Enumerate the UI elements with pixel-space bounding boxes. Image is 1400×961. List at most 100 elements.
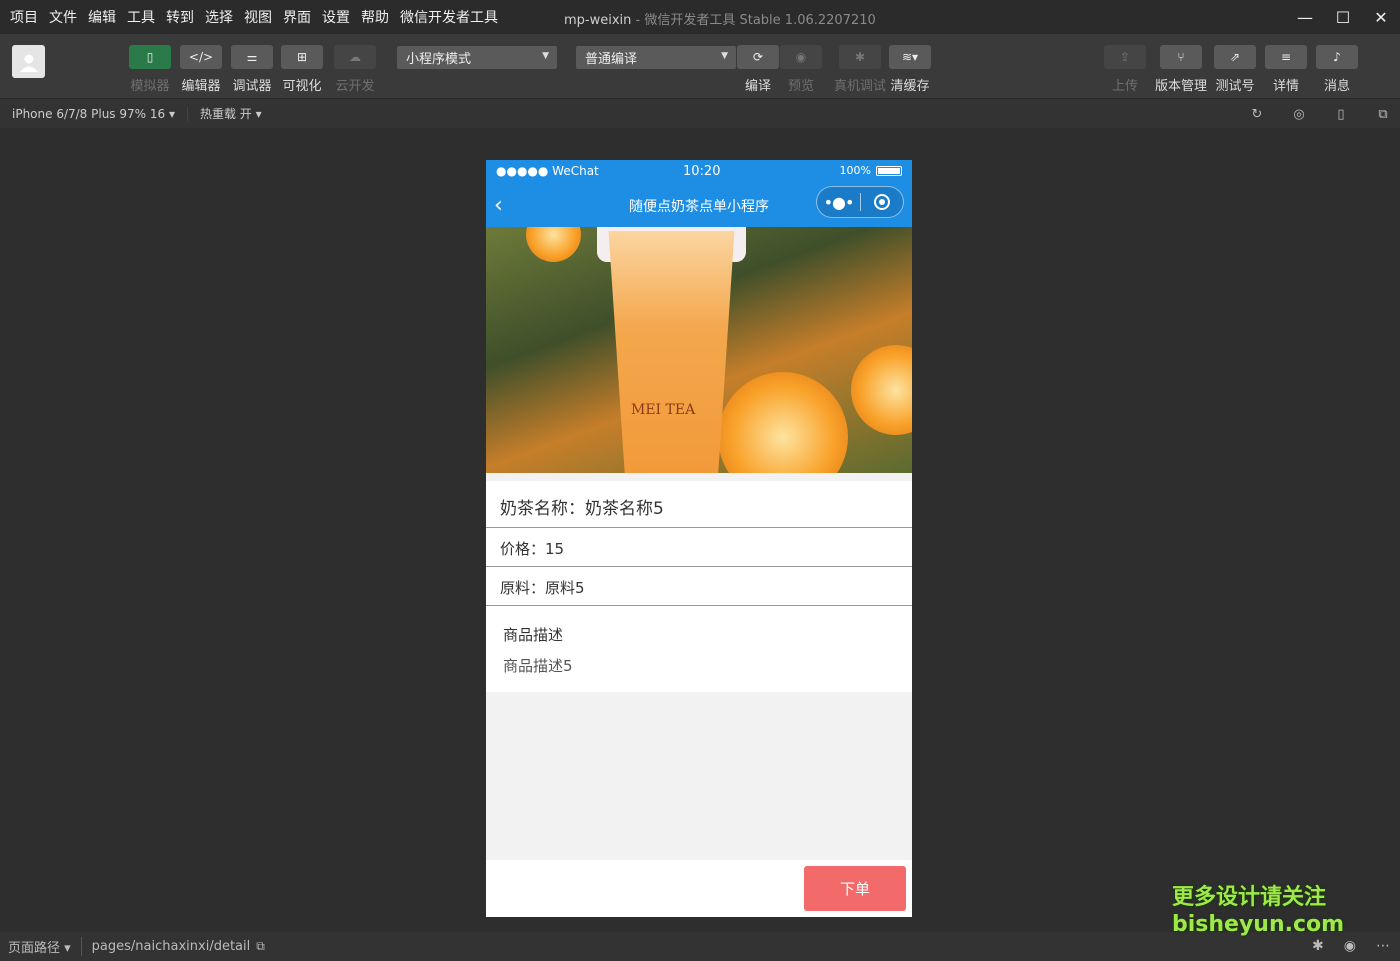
cloud-tool[interactable]: ☁ 云开发 [334,45,376,94]
debugger-tool[interactable]: ⚌ 调试器 [231,45,273,94]
maximize-icon[interactable]: ☐ [1324,0,1362,34]
menu-items: 项目 文件 编辑 工具 转到 选择 视图 界面 设置 帮助 微信开发者工具 [0,7,509,27]
product-ingredients: 原料：原料5 [486,567,912,606]
preview-tool[interactable]: ◉ 预览 [780,45,822,94]
simulator-tool[interactable]: ▯ 模拟器 [129,45,171,94]
clear-cache-label: 清缓存 [890,79,930,94]
tea-cup-image [608,231,735,473]
more-dots-icon[interactable]: •●• [817,193,860,212]
eye-icon: ◉ [780,45,822,69]
upload-tool[interactable]: ⇪ 上传 [1104,45,1146,94]
caret-down-icon: ▼ [542,51,549,61]
real-debug-tool[interactable]: ✱ 真机调试 [834,45,886,94]
subbar-icons: ↻ ◎ ▯ ⧉ [1224,105,1392,123]
menu-goto[interactable]: 转到 [166,7,194,27]
bell-icon: ♪ [1316,45,1358,69]
more-icon[interactable]: ⋯ [1376,938,1390,954]
copy-icon[interactable]: ⧉ [256,939,265,954]
detach-window-icon[interactable]: ⧉ [1374,105,1392,123]
menu-project[interactable]: 项目 [10,7,38,27]
menu-select[interactable]: 选择 [205,7,233,27]
carrier-label: ●●●●● WeChat [496,164,599,178]
page-path: pages/naichaxinxi/detail [91,939,251,954]
version-label: 版本管理 [1155,79,1208,94]
place-order-button[interactable]: 下单 [804,866,906,911]
cloud-icon: ☁ [334,45,376,69]
product-price: 价格：15 [486,528,912,567]
menu-devtools[interactable]: 微信开发者工具 [400,7,498,27]
close-icon[interactable]: ✕ [1362,0,1400,34]
editor-tool[interactable]: </> 编辑器 [180,45,222,94]
layers-icon: ≋▾ [889,45,931,69]
bug-icon[interactable]: ✱ [1312,938,1324,954]
product-description: 商品描述 商品描述5 [486,606,912,692]
menu-view[interactable]: 视图 [244,7,272,27]
compile-tool[interactable]: ⟳ 编译 [737,45,779,94]
layout-icon: ⊞ [281,45,323,69]
orange-slice-image [718,372,848,473]
menu-lines-icon: ≡ [1265,45,1307,69]
menu-bar: 项目 文件 编辑 工具 转到 选择 视图 界面 设置 帮助 微信开发者工具 mp… [0,0,1400,34]
minimize-icon[interactable]: — [1286,0,1324,34]
compile-select[interactable]: 普通编译 ▼ [576,46,736,69]
editor-label: 编辑器 [181,79,221,94]
visual-tool[interactable]: ⊞ 可视化 [281,45,323,94]
footer-icons: ✱ ◉ ⋯ [1292,938,1390,954]
mini-program-navbar: ‹ 随便点奶茶点单小程序 •●• [486,182,912,227]
product-name: 奶茶名称：奶茶名称5 [486,481,912,528]
details-tool[interactable]: ≡ 详情 [1265,45,1307,94]
close-mini-program-icon[interactable] [861,194,903,210]
caret-down-icon: ▼ [721,51,728,61]
cup-logo-text: MEI TEA [631,402,696,418]
rotate-icon[interactable]: ↻ [1248,105,1266,123]
watermark: 更多设计请关注 bisheyun.com [1172,884,1344,938]
eye-icon[interactable]: ◉ [1344,938,1356,954]
description-body: 商品描述5 [503,657,573,675]
avatar[interactable] [12,45,45,78]
record-icon[interactable]: ◎ [1290,105,1308,123]
hot-reload-toggle[interactable]: 热重载 开 ▾ [200,105,262,122]
bug-icon: ✱ [839,45,881,69]
menu-help[interactable]: 帮助 [361,7,389,27]
menu-tools[interactable]: 工具 [127,7,155,27]
upload-icon: ⇪ [1104,45,1146,69]
device-select[interactable]: iPhone 6/7/8 Plus 97% 16 ▾ [12,106,188,121]
details-label: 详情 [1272,79,1299,94]
orange-slice-image [851,345,912,435]
real-debug-label: 真机调试 [834,79,887,94]
clock: 10:20 [683,164,721,179]
battery-percent: 100% [839,164,871,177]
phone-status-bar: ●●●●● WeChat 10:20 100% [486,160,912,182]
messages-label: 消息 [1323,79,1350,94]
menu-file[interactable]: 文件 [49,7,77,27]
description-heading: 商品描述 [503,626,564,644]
compile-select-value: 普通编译 [585,52,638,67]
battery-indicator: 100% [840,164,902,177]
messages-tool[interactable]: ♪ 消息 [1316,45,1358,94]
refresh-icon: ⟳ [737,45,779,69]
cloud-label: 云开发 [335,79,375,94]
upload-label: 上传 [1111,79,1138,94]
toolbar: ▯ 模拟器 </> 编辑器 ⚌ 调试器 ⊞ 可视化 ☁ 云开发 小程序模式 ▼ … [0,34,1400,98]
window-title-main: mp-weixin [564,13,632,28]
menu-settings[interactable]: 设置 [322,7,350,27]
capsule-menu: •●• [816,186,904,218]
test-account-tool[interactable]: ⇗ 测试号 [1214,45,1256,94]
simulator-subbar: iPhone 6/7/8 Plus 97% 16 ▾ 热重载 开 ▾ ↻ ◎ ▯… [0,98,1400,128]
page-path-select[interactable]: 页面路径 ▾ [8,937,82,956]
debugger-label: 调试器 [232,79,272,94]
menu-interface[interactable]: 界面 [283,7,311,27]
menu-edit[interactable]: 编辑 [88,7,116,27]
mode-select[interactable]: 小程序模式 ▼ [397,46,557,69]
clear-cache-tool[interactable]: ≋▾ 清缓存 [889,45,931,94]
device-icon[interactable]: ▯ [1332,105,1350,123]
orange-image [526,227,581,262]
visual-label: 可视化 [282,79,322,94]
watermark-line-1: 更多设计请关注 [1172,885,1327,910]
sliders-icon: ⚌ [231,45,273,69]
window-title: mp-weixin - 微信开发者工具 Stable 1.06.2207210 [564,9,876,28]
simulator-label: 模拟器 [130,79,170,94]
user-icon [19,54,38,72]
mode-select-value: 小程序模式 [406,52,472,67]
version-tool[interactable]: ⑂ 版本管理 [1155,45,1207,94]
